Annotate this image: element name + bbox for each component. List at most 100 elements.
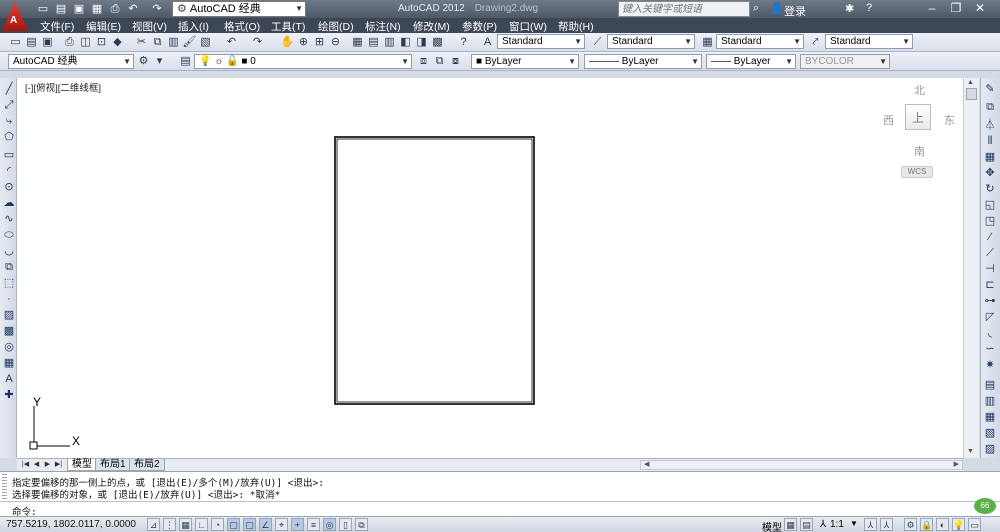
horizontal-scrollbar[interactable]: ◀ ▶	[640, 460, 963, 470]
undo-icon[interactable]: ↶	[126, 2, 140, 16]
menu-dimension[interactable]: 标注(N)	[365, 19, 401, 34]
hardware-acceleration-icon[interactable]: ◐	[936, 518, 949, 531]
text-style-dropdown[interactable]: Standard ▼	[497, 34, 585, 49]
zoom-window-icon[interactable]: ⊞	[312, 35, 327, 50]
undo-icon[interactable]: ↶	[224, 35, 239, 50]
insert-block-icon[interactable]: ⧉	[2, 260, 16, 274]
break-at-point-icon[interactable]: ⊣	[983, 262, 997, 276]
match-properties-icon[interactable]: 🖌	[182, 35, 197, 50]
menu-insert[interactable]: 插入(I)	[178, 19, 209, 34]
redo-icon[interactable]: ↷	[250, 35, 265, 50]
copy-icon[interactable]: ⧉	[150, 35, 165, 50]
user-icon[interactable]: 👤	[770, 2, 784, 15]
tab-layout2[interactable]: 布局2	[129, 459, 165, 471]
menu-parametric[interactable]: 参数(P)	[462, 19, 497, 34]
3d-object-snap-button[interactable]: ▢	[243, 518, 256, 531]
add-selected-icon[interactable]: ✚	[2, 388, 16, 402]
tab-model[interactable]: 模型	[67, 459, 97, 471]
compass-east[interactable]: 东	[944, 112, 955, 128]
multileader-style-icon[interactable]: ⤤	[808, 35, 823, 50]
publish-icon[interactable]: ⊡	[94, 35, 109, 50]
ortho-mode-button[interactable]: ∟	[195, 518, 208, 531]
layer-states-icon[interactable]: ⧇	[448, 54, 463, 69]
paste-icon[interactable]: ▥	[166, 35, 181, 50]
render-icon[interactable]: ▨	[983, 442, 997, 456]
scroll-up-icon[interactable]: ▲	[967, 79, 974, 86]
linetype-dropdown[interactable]: ——— ByLayer ▼	[584, 54, 702, 69]
move-icon[interactable]: ✥	[983, 166, 997, 180]
drawing-canvas[interactable]: [-][俯视][二维线框] Y X 北 西 东 南	[17, 78, 963, 458]
make-block-icon[interactable]: ⬚	[2, 276, 16, 290]
lineweight-dropdown[interactable]: —— ByLayer ▼	[706, 54, 796, 69]
lineweight-button[interactable]: ≡	[307, 518, 320, 531]
object-snap-button[interactable]: ▢	[227, 518, 240, 531]
offset-icon[interactable]: ⫴	[983, 134, 997, 148]
quick-view-drawings-button[interactable]: ▤	[800, 518, 813, 531]
rotate-icon[interactable]: ↻	[983, 182, 997, 196]
menu-view[interactable]: 视图(V)	[132, 19, 167, 34]
command-window-grip[interactable]	[2, 474, 7, 501]
scroll-thumb[interactable]	[966, 88, 977, 100]
transparency-button[interactable]: ◎	[323, 518, 336, 531]
circle-icon[interactable]: ⊙	[2, 180, 16, 194]
model-space-toggle[interactable]: 模型	[762, 519, 782, 532]
cut-icon[interactable]: ✂	[134, 35, 149, 50]
snap-mode-button[interactable]: ⋮	[163, 518, 176, 531]
menu-modify[interactable]: 修改(M)	[413, 19, 450, 34]
layer-previous-icon[interactable]: ⧉	[432, 54, 447, 69]
auto-scale-button[interactable]: ⅄	[880, 518, 893, 531]
ellipse-icon[interactable]: ⬭	[2, 228, 16, 242]
gear-icon[interactable]: ⚙	[904, 518, 917, 531]
save-icon[interactable]: ▣	[72, 2, 86, 16]
menu-file[interactable]: 文件(F)	[40, 19, 74, 34]
compass-south[interactable]: 南	[914, 143, 925, 159]
login-link[interactable]: 登录	[784, 3, 806, 19]
menu-window[interactable]: 窗口(W)	[509, 19, 547, 34]
last-tab-icon[interactable]: ▶|	[54, 460, 63, 470]
chevron-down-icon[interactable]: ▼	[850, 519, 858, 528]
dim-style-dropdown[interactable]: Standard ▼	[607, 34, 695, 49]
3d-print-icon[interactable]: ◆	[110, 35, 125, 50]
construction-line-icon[interactable]: ⤢	[2, 98, 16, 112]
polygon-icon[interactable]: ⬠	[2, 130, 16, 144]
open-icon[interactable]: ▤	[24, 35, 39, 50]
scroll-left-icon[interactable]: ◀	[644, 460, 649, 468]
make-current-icon[interactable]: ⧈	[416, 54, 431, 69]
sheet-set-icon[interactable]: ◧	[398, 35, 413, 50]
workspace-toolbar-dropdown[interactable]: AutoCAD 经典 ▼	[8, 54, 134, 69]
stretch-icon[interactable]: ◳	[983, 214, 997, 228]
gradient-icon[interactable]: ▩	[2, 324, 16, 338]
viewcube-top-face[interactable]: 上	[905, 104, 931, 130]
menu-format[interactable]: 格式(O)	[224, 19, 260, 34]
design-center-icon[interactable]: ▤	[366, 35, 381, 50]
annotation-scale[interactable]: 1:1	[830, 519, 844, 530]
selection-cycling-button[interactable]: ⧉	[355, 518, 368, 531]
mirror-icon[interactable]: ⏃	[983, 118, 997, 132]
isolate-objects-icon[interactable]: 💡	[952, 518, 965, 531]
extend-icon[interactable]: ⟋	[983, 246, 997, 260]
help-icon[interactable]: ?	[866, 2, 872, 14]
polar-tracking-button[interactable]: ◔	[211, 518, 224, 531]
menu-edit[interactable]: 编辑(E)	[86, 19, 121, 34]
gear-icon[interactable]: ⚙	[136, 54, 151, 69]
layer-properties-icon[interactable]: ▤	[178, 54, 193, 69]
zoom-realtime-icon[interactable]: ⊕	[296, 35, 311, 50]
quick-properties-button[interactable]: ▯	[339, 518, 352, 531]
menu-draw[interactable]: 绘图(D)	[318, 19, 354, 34]
rectangle-icon[interactable]: ▭	[2, 148, 16, 162]
copy-object-icon[interactable]: ⧉	[983, 100, 997, 114]
search-icon[interactable]: ⌕	[753, 2, 759, 15]
quick-view-layouts-button[interactable]: ▦	[784, 518, 797, 531]
exchange-icon[interactable]: ✱	[845, 2, 854, 15]
color-dropdown[interactable]: ■ ByLayer ▼	[471, 54, 579, 69]
table-style-dropdown[interactable]: Standard ▼	[716, 34, 804, 49]
wcs-menu[interactable]: WCS	[901, 166, 933, 178]
block-editor-icon[interactable]: ▧	[198, 35, 213, 50]
next-tab-icon[interactable]: ▶	[43, 460, 52, 470]
object-snap-tracking-button[interactable]: ∠	[259, 518, 272, 531]
workspace-settings-icon[interactable]: ▾	[152, 54, 167, 69]
menu-help[interactable]: 帮助(H)	[558, 19, 594, 34]
plot-icon[interactable]: ⎙	[62, 35, 77, 50]
region-icon[interactable]: ◎	[2, 340, 16, 354]
array-icon[interactable]: ▦	[983, 150, 997, 164]
